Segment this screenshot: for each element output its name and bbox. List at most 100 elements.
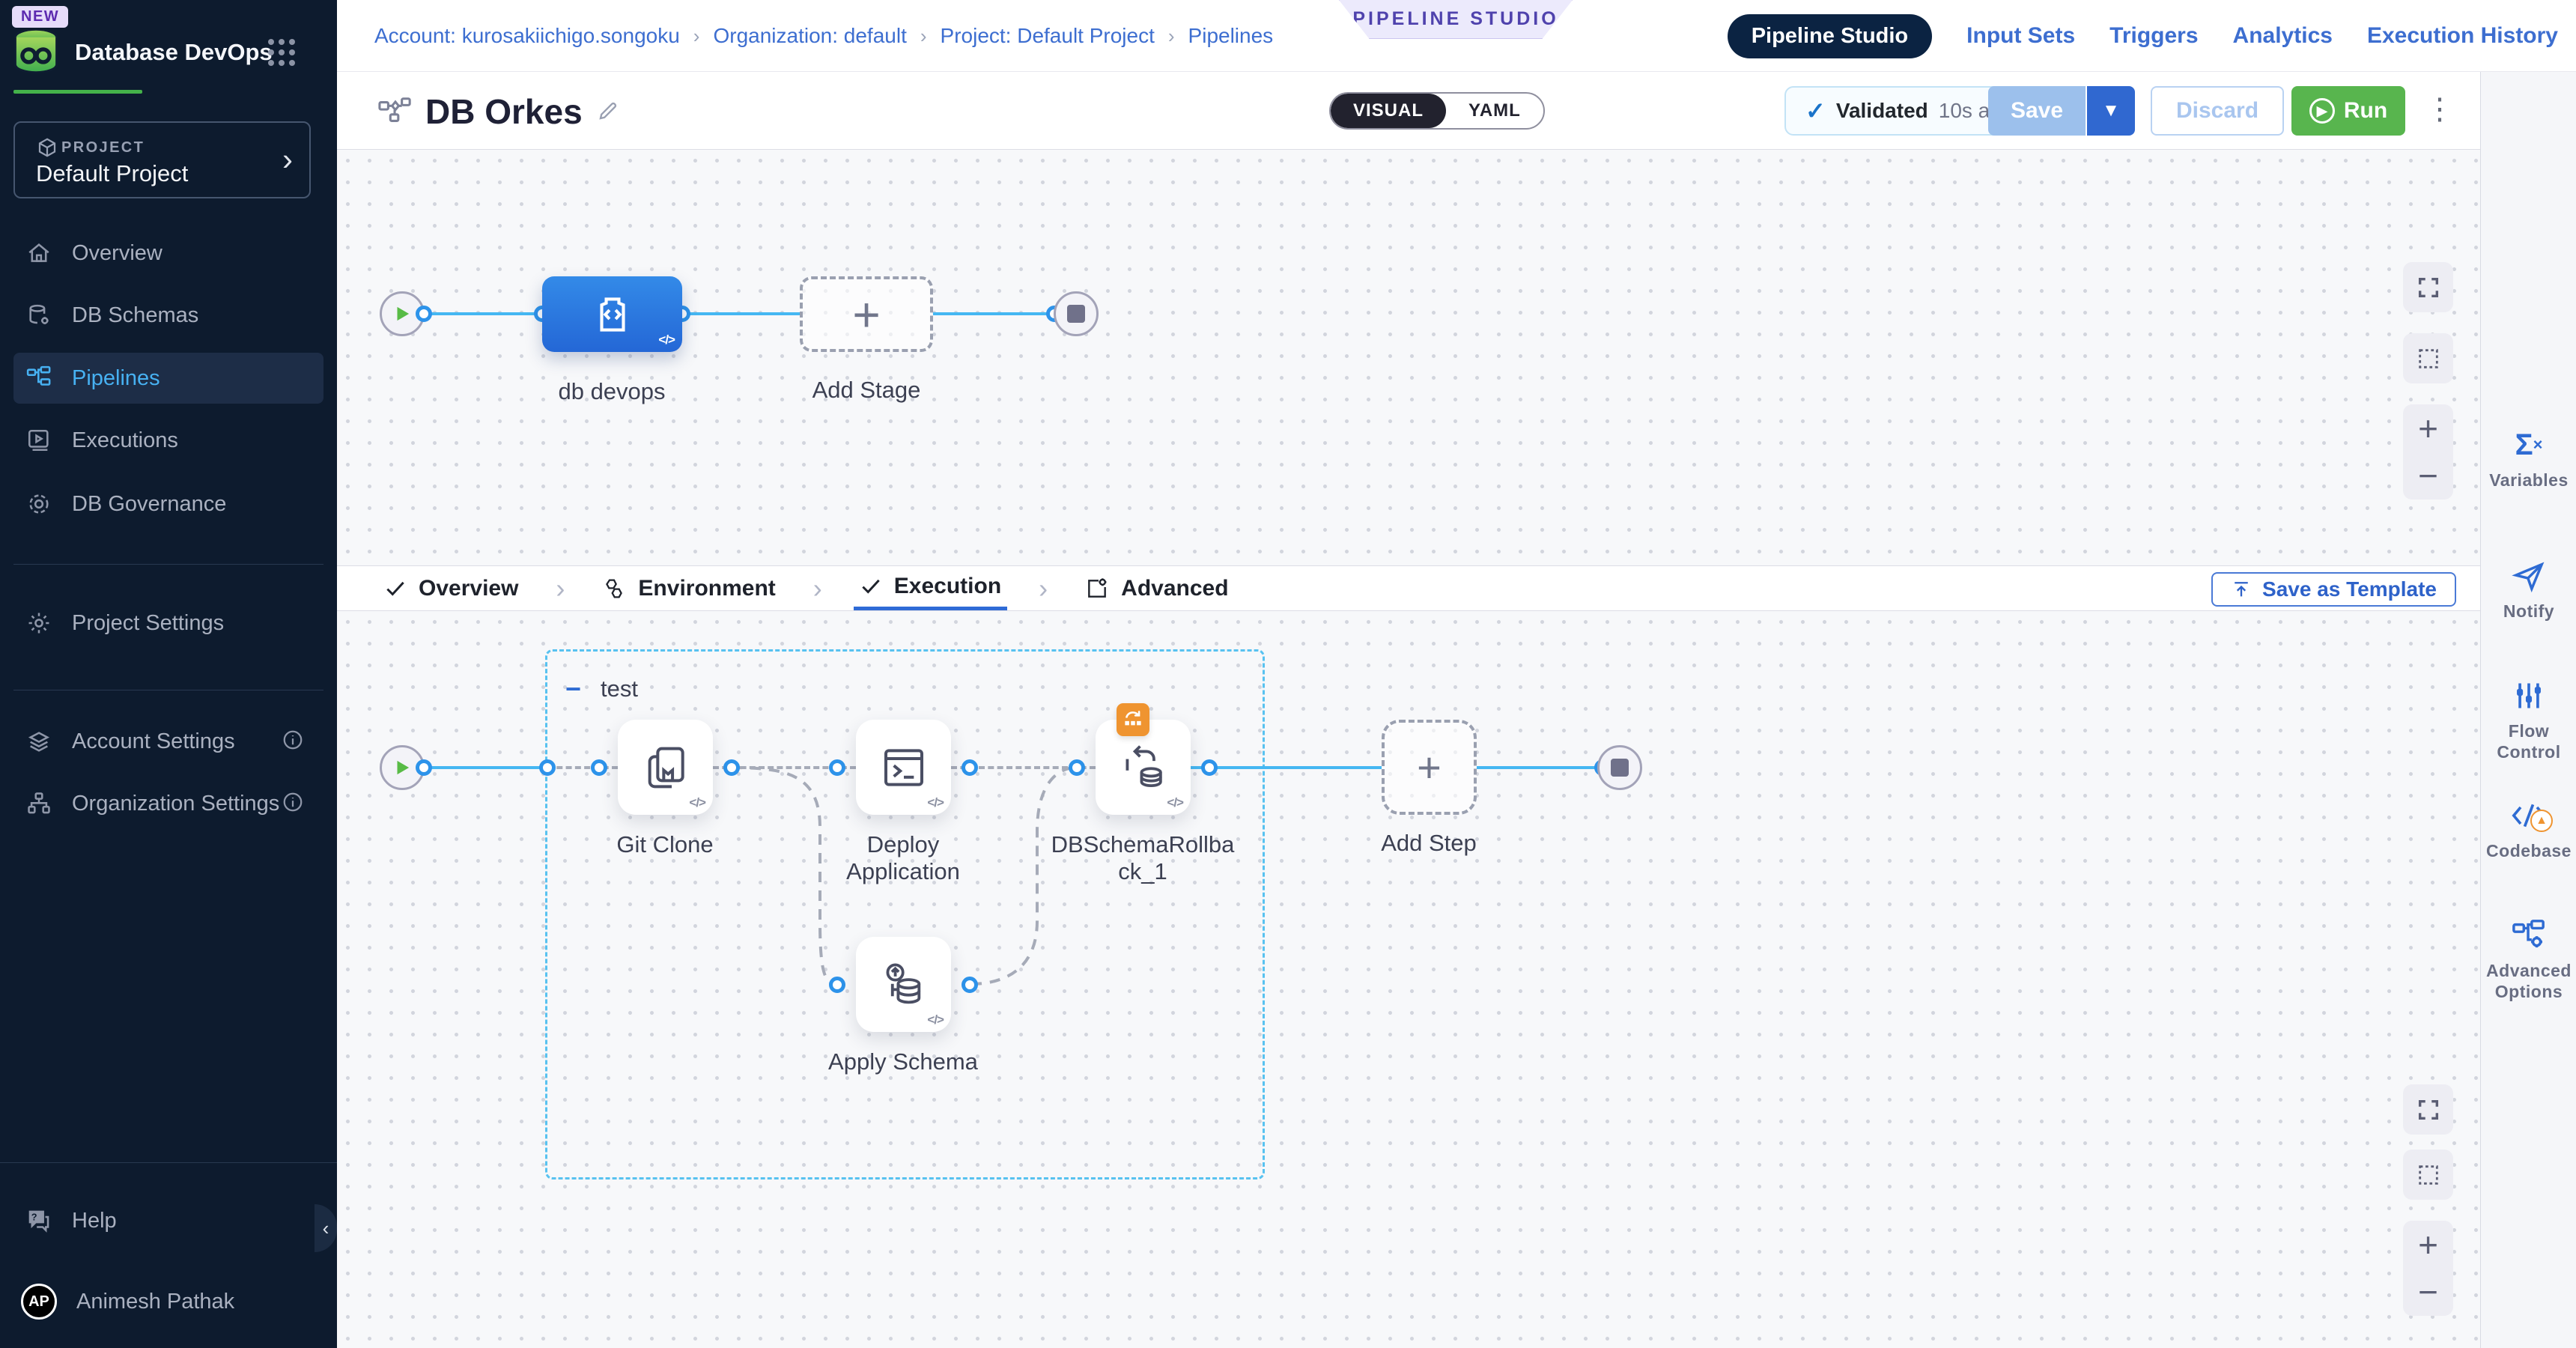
tab-overview[interactable]: Overview bbox=[378, 566, 524, 610]
save-button[interactable]: Save bbox=[1988, 86, 2086, 136]
breadcrumb-account[interactable]: Account: kurosakiichigo.songoku bbox=[374, 24, 680, 48]
rail-item-variables[interactable]: Σ× Variables bbox=[2481, 427, 2576, 491]
breadcrumb-page[interactable]: Pipelines bbox=[1188, 24, 1274, 48]
brand-green-underline bbox=[13, 90, 142, 94]
step-node-dbschemarollback[interactable]: </> bbox=[1096, 720, 1191, 815]
add-step-button[interactable]: + bbox=[1382, 720, 1477, 815]
sidebar-item-label: Help bbox=[72, 1209, 117, 1233]
user-name: Animesh Pathak bbox=[76, 1290, 234, 1314]
tab-execution-history[interactable]: Execution History bbox=[2367, 23, 2558, 49]
rollback-db-icon bbox=[1119, 743, 1168, 792]
plus-icon: + bbox=[852, 291, 880, 338]
sidebar-item-project-settings[interactable]: Project Settings bbox=[13, 598, 323, 649]
sidebar-item-help[interactable]: ? Help bbox=[13, 1195, 323, 1246]
environment-icon bbox=[602, 577, 626, 601]
sidebar-item-account-settings[interactable]: Account Settings bbox=[13, 716, 323, 767]
kebab-menu-icon[interactable]: ⋮ bbox=[2425, 90, 2455, 129]
rail-item-notify[interactable]: Notify bbox=[2481, 558, 2576, 622]
add-stage-button[interactable]: + bbox=[800, 276, 933, 352]
tab-label: Overview bbox=[419, 576, 518, 601]
sidebar-item-organization-settings[interactable]: Organization Settings bbox=[13, 778, 323, 829]
pipeline-graph-icon bbox=[378, 94, 413, 129]
step-canvas[interactable]: − test </> bbox=[337, 611, 2480, 1348]
toggle-yaml[interactable]: YAML bbox=[1446, 94, 1543, 128]
top-tabs: Pipeline Studio Input Sets Triggers Anal… bbox=[1728, 0, 2558, 72]
zoom-out-button[interactable]: − bbox=[2418, 462, 2438, 490]
pipeline-end-node bbox=[1054, 291, 1099, 336]
rail-item-flow-control[interactable]: Flow Control bbox=[2481, 678, 2576, 762]
toggle-visual[interactable]: VISUAL bbox=[1331, 94, 1446, 128]
breadcrumb-project[interactable]: Project: Default Project bbox=[941, 24, 1155, 48]
code-badge: </> bbox=[689, 795, 705, 810]
breadcrumb-separator: › bbox=[693, 25, 700, 48]
breadcrumb-separator: › bbox=[920, 25, 927, 48]
zoom-in-button[interactable]: + bbox=[2418, 1231, 2438, 1259]
tab-input-sets[interactable]: Input Sets bbox=[1966, 23, 2075, 49]
connector-port bbox=[723, 759, 740, 776]
connector-port bbox=[416, 306, 432, 322]
stage-label: db devops bbox=[522, 378, 702, 405]
user-menu[interactable]: AP Animesh Pathak bbox=[13, 1276, 323, 1327]
sidebar: NEW Database DevOps PROJECT Default Proj… bbox=[0, 0, 337, 1348]
marquee-select-button[interactable] bbox=[2403, 1150, 2453, 1200]
stage-config-tabbar: Overview › Environment › Execution › Adv… bbox=[337, 565, 2480, 611]
sidebar-divider bbox=[0, 1162, 337, 1163]
sidebar-item-db-governance[interactable]: DB Governance bbox=[13, 479, 323, 529]
check-icon bbox=[384, 577, 407, 600]
connector-port bbox=[1069, 759, 1085, 776]
zoom-in-button[interactable]: + bbox=[2418, 415, 2438, 443]
zoom-out-button[interactable]: − bbox=[2418, 1278, 2438, 1306]
marquee-icon bbox=[2416, 1162, 2441, 1188]
fullscreen-button[interactable] bbox=[2403, 1084, 2453, 1135]
sidebar-item-overview[interactable]: Overview bbox=[13, 228, 323, 279]
stage-node-db-devops[interactable]: </> bbox=[542, 276, 682, 352]
sidebar-item-executions[interactable]: Executions bbox=[13, 415, 323, 466]
rail-item-codebase[interactable]: ▲ Codebase bbox=[2481, 798, 2576, 862]
stage-end-node bbox=[1597, 745, 1642, 790]
tab-execution[interactable]: Execution bbox=[854, 566, 1007, 610]
chevron-right-icon: › bbox=[282, 144, 293, 175]
advanced-icon bbox=[1085, 577, 1109, 601]
rollback-badge-icon bbox=[1117, 703, 1149, 736]
tab-advanced[interactable]: Advanced bbox=[1079, 566, 1234, 610]
save-as-template-button[interactable]: Save as Template bbox=[2211, 572, 2456, 607]
run-label: Run bbox=[2344, 98, 2387, 124]
chevron-down-icon: ▼ bbox=[2102, 100, 2120, 121]
sidebar-collapse-handle[interactable]: ‹ bbox=[315, 1204, 337, 1252]
tab-label: Environment bbox=[638, 576, 775, 601]
code-badge: </> bbox=[927, 795, 944, 810]
app-grid-icon[interactable] bbox=[268, 39, 295, 66]
tab-triggers[interactable]: Triggers bbox=[2109, 23, 2198, 49]
add-stage-label: Add Stage bbox=[777, 377, 956, 404]
run-button[interactable]: ▶ Run bbox=[2291, 86, 2405, 136]
tab-separator-icon: › bbox=[813, 566, 822, 610]
branch-connectors bbox=[337, 611, 1685, 1210]
tab-pipeline-studio[interactable]: Pipeline Studio bbox=[1728, 14, 1932, 58]
marquee-select-button[interactable] bbox=[2403, 333, 2453, 383]
tab-analytics[interactable]: Analytics bbox=[2233, 23, 2333, 49]
step-node-apply-schema[interactable]: </> bbox=[856, 937, 951, 1032]
step-node-git-clone[interactable]: </> bbox=[618, 720, 713, 815]
advanced-options-icon bbox=[2512, 917, 2546, 953]
breadcrumb: Account: kurosakiichigo.songoku › Organi… bbox=[374, 0, 1273, 72]
step-node-deploy-application[interactable]: </> bbox=[856, 720, 951, 815]
right-rail: Σ× Variables Notify Flow Control ▲ Codeb… bbox=[2480, 72, 2576, 1348]
tab-environment[interactable]: Environment bbox=[596, 566, 781, 610]
breadcrumb-organization[interactable]: Organization: default bbox=[713, 24, 906, 48]
sidebar-item-db-schemas[interactable]: DB Schemas bbox=[13, 290, 323, 341]
stop-icon bbox=[1067, 305, 1085, 323]
app-title: Database DevOps bbox=[75, 39, 273, 66]
project-selector[interactable]: PROJECT Default Project › bbox=[13, 121, 311, 198]
save-dropdown-button[interactable]: ▼ bbox=[2087, 86, 2135, 136]
stage-canvas[interactable]: </> + db devops Add Stage + − bbox=[337, 150, 2480, 565]
code-badge: </> bbox=[1167, 795, 1183, 810]
discard-button[interactable]: Discard bbox=[2151, 86, 2284, 136]
edit-pencil-icon[interactable] bbox=[596, 99, 620, 123]
sidebar-item-pipelines[interactable]: Pipelines bbox=[13, 353, 323, 404]
rail-item-advanced-options[interactable]: Advanced Options bbox=[2481, 917, 2576, 1002]
codebase-warning-icon: ▲ bbox=[2530, 810, 2553, 832]
fullscreen-button[interactable] bbox=[2403, 262, 2453, 312]
help-chat-icon: ? bbox=[25, 1208, 52, 1233]
app-root: NEW Database DevOps PROJECT Default Proj… bbox=[0, 0, 2576, 1348]
stop-icon bbox=[1611, 759, 1629, 777]
